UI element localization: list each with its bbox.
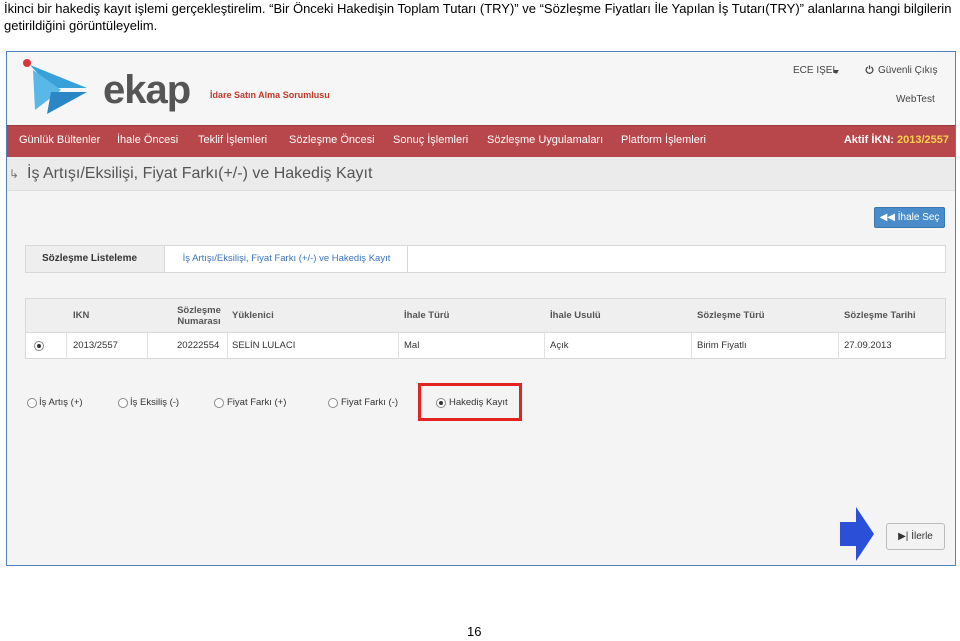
ekap-logo-icon <box>23 59 87 114</box>
column-header-contract-date: Sözleşme Tarihi <box>844 310 916 321</box>
tab-sozlesme-listeleme[interactable]: Sözleşme Listeleme <box>26 246 165 272</box>
option-label-is-eksilis[interactable]: İş Eksiliş (-) <box>130 397 179 408</box>
option-radio-is-artis[interactable] <box>27 398 37 408</box>
next-label: İlerle <box>911 531 933 542</box>
option-label-is-artis[interactable]: İş Artış (+) <box>39 397 83 408</box>
highlight-box <box>418 383 522 421</box>
column-divider <box>691 333 692 358</box>
column-divider <box>544 333 545 358</box>
instruction-caption: İkinci bir hakediş kayıt işlemi gerçekle… <box>4 1 952 33</box>
column-header-contract-no: Sözleşme Numarası <box>177 305 221 327</box>
active-ikn-value: 2013/2557 <box>897 134 949 146</box>
cell-tender-type: Mal <box>404 340 420 351</box>
tab-strip: Sözleşme Listeleme İş Artışı/Eksilişi, F… <box>25 245 946 273</box>
nav-item-sonuc-islemleri[interactable]: Sonuç İşlemleri <box>393 134 468 146</box>
column-header-tender-method: İhale Usulü <box>550 310 601 321</box>
page-title-bar: ↳ İş Artışı/Eksilişi, Fiyat Farkı(+/-) v… <box>7 157 955 191</box>
page-number: 16 <box>467 624 482 639</box>
app-header: ekap İdare Satın Alma Sorumlusu ECE IŞEL… <box>7 52 955 125</box>
nav-item-sozlesme-uygulamalari[interactable]: Sözleşme Uygulamaları <box>487 134 603 146</box>
row-select-radio[interactable] <box>34 341 44 351</box>
cell-ikn: 2013/2557 <box>73 340 118 351</box>
cell-contractor: SELİN LULACI <box>232 340 296 351</box>
table-row[interactable]: 2013/2557 20222554 SELİN LULACI Mal Açık… <box>26 333 945 358</box>
column-divider <box>227 333 228 358</box>
nav-item-teklif-islemleri[interactable]: Teklif İşlemleri <box>198 134 267 146</box>
column-divider <box>838 333 839 358</box>
option-label-fiyat-farki-plus[interactable]: Fiyat Farkı (+) <box>227 397 286 408</box>
grid-header: IKN Sözleşme Numarası Yüklenici İhale Tü… <box>26 299 945 333</box>
logo-subtitle: İdare Satın Alma Sorumlusu <box>210 90 330 100</box>
app-screenshot: ekap İdare Satın Alma Sorumlusu ECE IŞEL… <box>6 51 956 566</box>
cell-contract-type: Birim Fiyatlı <box>697 340 747 351</box>
active-ikn: Aktif İKN: 2013/2557 <box>844 134 949 146</box>
column-divider <box>66 333 67 358</box>
column-header-tender-type: İhale Türü <box>404 310 450 321</box>
user-menu[interactable]: ECE IŞEL <box>793 65 838 76</box>
main-nav: Günlük Bültenler İhale Öncesi Teklif İşl… <box>7 125 955 158</box>
page-title: İş Artışı/Eksilişi, Fiyat Farkı(+/-) ve … <box>27 165 373 182</box>
nav-item-gunluk-bultenler[interactable]: Günlük Bültenler <box>19 134 100 146</box>
nav-item-ihale-oncesi[interactable]: İhale Öncesi <box>117 134 178 146</box>
option-radio-is-eksilis[interactable] <box>118 398 128 408</box>
column-divider <box>398 333 399 358</box>
select-tender-button[interactable]: ◀◀ İhale Seç <box>874 207 945 228</box>
option-radio-fiyat-farki-minus[interactable] <box>328 398 338 408</box>
nav-item-platform-islemleri[interactable]: Platform İşlemleri <box>621 134 706 146</box>
contract-grid: IKN Sözleşme Numarası Yüklenici İhale Tü… <box>25 298 946 359</box>
cell-contract-date: 27.09.2013 <box>844 340 892 351</box>
column-divider <box>147 333 148 358</box>
cell-tender-method: Açık <box>550 340 569 351</box>
arrow-right-icon <box>840 507 874 561</box>
skip-forward-icon: ▶| <box>898 531 912 542</box>
logo-text: ekap <box>103 68 191 112</box>
nav-item-sozlesme-oncesi[interactable]: Sözleşme Öncesi <box>289 134 375 146</box>
next-button[interactable]: ▶| İlerle <box>886 523 945 550</box>
power-icon[interactable] <box>865 65 874 74</box>
logout-link[interactable]: Güvenli Çıkış <box>878 65 937 76</box>
tab-hakedis-kayit[interactable]: İş Artışı/Eksilişi, Fiyat Farkı (+/-) ve… <box>166 246 408 272</box>
cell-contract-no: 20222554 <box>177 340 220 351</box>
option-label-fiyat-farki-minus[interactable]: Fiyat Farkı (-) <box>341 397 398 408</box>
column-header-contractor: Yüklenici <box>232 310 274 321</box>
rewind-icon: ◀◀ <box>879 212 898 223</box>
select-tender-label: İhale Seç <box>897 212 940 223</box>
return-arrow-icon: ↳ <box>9 167 20 181</box>
environment-label: WebTest <box>896 94 935 105</box>
column-header-contract-type: Sözleşme Türü <box>697 310 765 321</box>
active-ikn-label: Aktif İKN: <box>843 134 894 146</box>
chevron-down-icon[interactable] <box>833 70 839 74</box>
column-header-ikn: IKN <box>73 310 90 321</box>
option-radio-fiyat-farki-plus[interactable] <box>214 398 224 408</box>
